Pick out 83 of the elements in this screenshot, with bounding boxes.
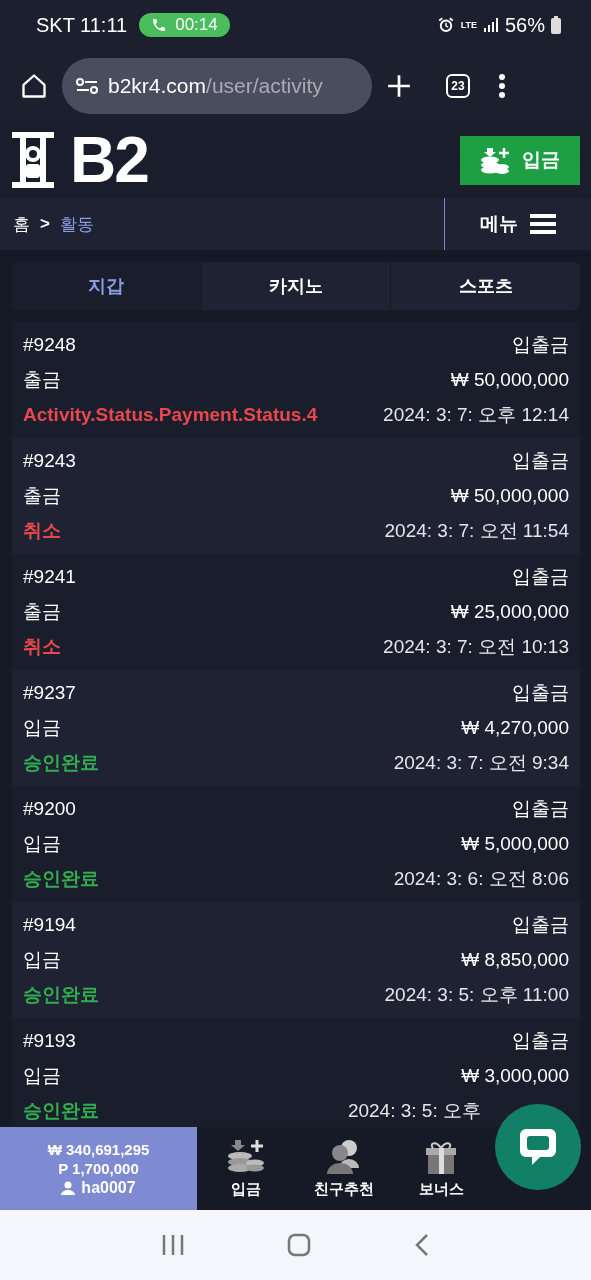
- activity-date: 2024: 3: 6: 오전 8:06: [393, 866, 569, 891]
- battery-percent: 56%: [504, 13, 545, 37]
- activity-date: 2024: 3: 7: 오전 10:13: [383, 634, 569, 659]
- activity-status: 취소: [23, 634, 61, 659]
- breadcrumb-current: 활동: [59, 213, 94, 236]
- alarm-icon: [436, 16, 455, 34]
- site-settings-icon: [76, 77, 98, 95]
- activity-type: 출금: [23, 367, 61, 392]
- activity-date: 2024: 3: 5: 오후: [347, 1098, 481, 1123]
- activity-status: 승인완료: [23, 982, 99, 1007]
- activity-status: 승인완료: [23, 750, 99, 775]
- username: ha0007: [81, 1178, 136, 1197]
- activity-card[interactable]: #9194 입출금 입금 ₩ 8,850,000 승인완료 2024: 3: 5: 오후 11:00: [12, 902, 580, 1018]
- activity-card[interactable]: #9248 입출금 출금 ₩ 50,000,000 Activity.Status.Payment.Status.4 2024: 3: 7: 오후 12:14: [12, 322, 580, 438]
- balance: ₩ 340,691,295: [47, 1140, 150, 1158]
- activity-id: #9193: [23, 1029, 76, 1052]
- signal-icon: [482, 17, 499, 33]
- home-button-icon[interactable]: [287, 1233, 312, 1257]
- activity-id: #9194: [23, 913, 76, 936]
- activity-type: 입금: [23, 715, 61, 740]
- activity-card[interactable]: #9237 입출금 입금 ₩ 4,270,000 승인완료 2024: 3: 7: 오전 9:34: [12, 670, 580, 786]
- activity-status: 승인완료: [23, 1098, 99, 1123]
- activity-category: 입출금: [512, 680, 569, 705]
- battery-icon: [551, 16, 561, 34]
- points: P 1,700,000: [58, 1159, 139, 1177]
- user-icon: [61, 1180, 76, 1195]
- nav-button[interactable]: 친구추천: [295, 1127, 392, 1210]
- activity-type: 입금: [23, 831, 61, 856]
- activity-amount: ₩ 4,270,000: [461, 716, 569, 739]
- address-bar[interactable]: b2kr4.com/user/activity: [62, 58, 372, 114]
- activity-category: 입출금: [512, 332, 569, 357]
- activity-amount: ₩ 3,000,000: [461, 1064, 569, 1087]
- home-icon[interactable]: [20, 72, 48, 100]
- activity-card[interactable]: #9193 입출금 입금 ₩ 3,000,000 승인완료 2024: 3: 5: 오후: [12, 1018, 580, 1127]
- activity-card[interactable]: #9200 입출금 입금 ₩ 5,000,000 승인완료 2024: 3: 6: 오전 8:06: [12, 786, 580, 902]
- activity-category: 입출금: [512, 1028, 569, 1053]
- activity-card[interactable]: #9241 입출금 출금 ₩ 25,000,000 취소 2024: 3: 7: 오전 10:13: [12, 554, 580, 670]
- phone-icon: [151, 17, 168, 33]
- breadcrumb-home[interactable]: 홈: [13, 212, 30, 236]
- logo-text: B2: [70, 123, 148, 197]
- activity-date: 2024: 3: 5: 오후 11:00: [384, 982, 569, 1007]
- activity-category: 입출금: [512, 912, 569, 937]
- tab[interactable]: 카지노: [200, 262, 391, 310]
- activity-amount: ₩ 50,000,000: [450, 484, 569, 507]
- menu-icon: [530, 213, 556, 235]
- more-options-icon[interactable]: [498, 73, 506, 99]
- activity-status: Activity.Status.Payment.Status.4: [23, 403, 318, 426]
- recent-apps-icon[interactable]: [161, 1234, 186, 1256]
- nav-button[interactable]: 보너스: [392, 1127, 490, 1210]
- activity-category: 입출금: [512, 796, 569, 821]
- tab-count[interactable]: 23: [446, 74, 470, 98]
- activity-id: #9237: [23, 681, 76, 704]
- activity-date: 2024: 3: 7: 오전 11:54: [384, 518, 569, 543]
- activity-amount: ₩ 8,850,000: [461, 948, 569, 971]
- back-icon[interactable]: [413, 1233, 430, 1257]
- tab[interactable]: 스포츠: [390, 262, 580, 310]
- nav-button[interactable]: 입금: [197, 1127, 295, 1210]
- activity-type: 출금: [23, 599, 61, 624]
- activity-amount: ₩ 50,000,000: [450, 368, 569, 391]
- activity-amount: ₩ 25,000,000: [450, 600, 569, 623]
- coins-icon: [480, 146, 510, 174]
- logo-icon: [12, 132, 54, 188]
- activity-date: 2024: 3: 7: 오전 9:34: [393, 750, 569, 775]
- activity-id: #9241: [23, 565, 76, 588]
- carrier-time: SKT 11:11: [36, 13, 128, 37]
- activity-category: 입출금: [512, 564, 569, 589]
- menu-button[interactable]: 메뉴: [444, 198, 591, 250]
- activity-amount: ₩ 5,000,000: [461, 832, 569, 855]
- activity-status: 취소: [23, 518, 61, 543]
- activity-id: #9248: [23, 333, 76, 356]
- activity-card[interactable]: #9243 입출금 출금 ₩ 50,000,000 취소 2024: 3: 7: 오전 11:54: [12, 438, 580, 554]
- activity-category: 입출금: [512, 448, 569, 473]
- activity-id: #9243: [23, 449, 76, 472]
- activity-type: 입금: [23, 947, 61, 972]
- activity-id: #9200: [23, 797, 76, 820]
- network-label: LTE: [460, 20, 477, 30]
- coins-icon: [227, 1138, 265, 1174]
- breadcrumb-separator: >: [40, 214, 50, 234]
- activity-type: 입금: [23, 1063, 61, 1088]
- activity-status: 승인완료: [23, 866, 99, 891]
- new-tab-icon[interactable]: [386, 73, 412, 99]
- activity-type: 출금: [23, 483, 61, 508]
- activity-date: 2024: 3: 7: 오후 12:14: [383, 402, 569, 427]
